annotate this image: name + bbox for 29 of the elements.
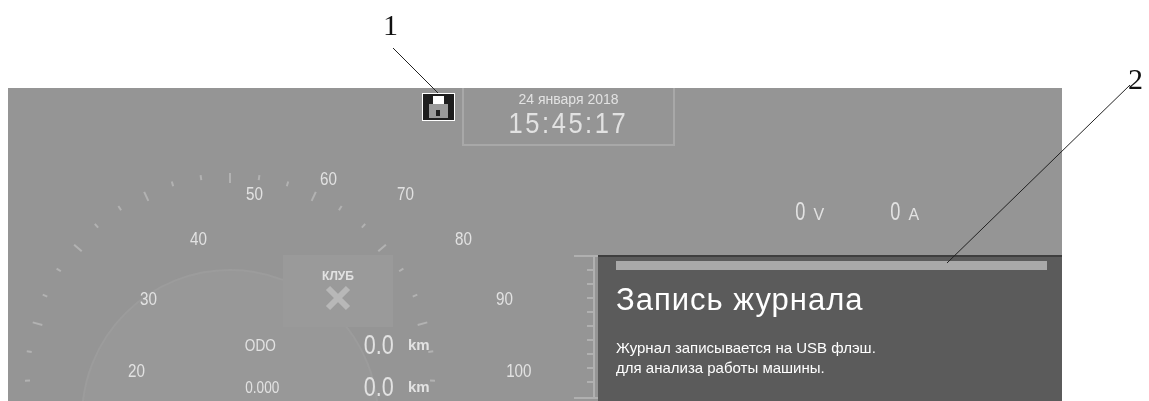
club-label: КЛУБ	[322, 269, 354, 283]
dialog-message: Журнал записывается на USB флэш.	[616, 338, 877, 358]
meter-unit: V	[813, 206, 825, 224]
date-text: 24 января 2018	[518, 91, 619, 107]
callout-number: 1	[383, 8, 398, 42]
odometer-value: 0.0	[363, 330, 394, 361]
callout-number: 2	[1128, 62, 1143, 96]
leader-line	[392, 47, 439, 94]
speed-scale-label: 70	[397, 183, 415, 205]
meter-value: 0	[890, 196, 901, 227]
odometer-unit: km	[408, 336, 430, 353]
dialog-title: Запись журнала	[616, 282, 865, 318]
speed-scale-label: 100	[506, 360, 532, 382]
speed-scale-label: 90	[496, 288, 514, 310]
odometer-value: 0.0	[363, 372, 394, 401]
dialog-message: для анализа работы машины.	[616, 358, 826, 378]
odometer-label: 0.000	[245, 378, 280, 398]
speed-scale-label: 40	[190, 228, 208, 250]
speed-scale-label: 80	[455, 228, 473, 250]
speed-scale-label: 60	[320, 168, 338, 190]
speed-scale-label: 30	[140, 288, 158, 310]
odometer-unit: km	[408, 378, 430, 395]
meter-unit: A	[908, 206, 920, 224]
odometer-label: ODO	[244, 336, 276, 356]
clock-time: 15:45:17	[508, 107, 629, 139]
meter-value: 0	[795, 196, 806, 227]
cross-icon	[325, 285, 351, 311]
speed-scale-label: 50	[246, 183, 264, 205]
speed-scale-label: 20	[128, 360, 146, 382]
